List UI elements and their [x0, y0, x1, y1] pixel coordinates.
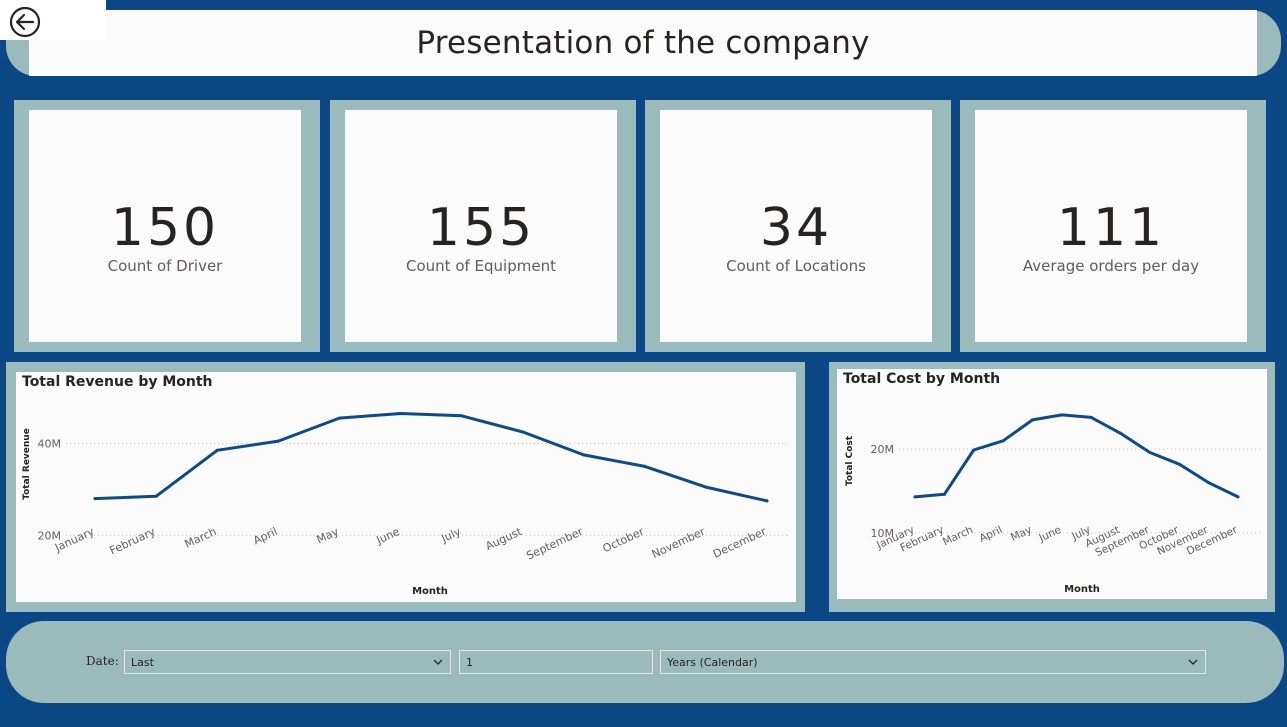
back-button[interactable] — [0, 0, 106, 40]
period-select[interactable]: Last — [124, 650, 451, 674]
cost-chart[interactable]: 10M 20M January February March April May June Ju… — [837, 369, 1267, 599]
kpi-card-body: 155 Count of Equipment — [345, 110, 617, 342]
kpi-card-body: 111 Average orders per day — [975, 110, 1247, 342]
cost-chart-title: Total Cost by Month — [843, 371, 1001, 387]
y-tick-label: 20M — [871, 443, 895, 456]
data-point — [1177, 462, 1181, 466]
data-point — [276, 439, 280, 443]
revenue-chart-frame: 20M 40M January February March April May June Ju… — [6, 362, 805, 612]
page-title: Presentation of the company — [416, 25, 870, 61]
kpi-value: 34 — [759, 198, 833, 258]
x-tick-label: September — [524, 525, 585, 563]
cost-chart-plot: 10M20MJanuaryFebruaryMarch April May June Ju… — [845, 413, 1261, 595]
x-tick-label: November — [650, 525, 708, 561]
x-tick-label: June — [1036, 524, 1063, 545]
x-axis-title: Month — [1064, 584, 1100, 595]
data-point — [93, 497, 97, 501]
y-axis-title: Total Revenue — [22, 428, 32, 500]
data-point — [398, 412, 402, 415]
data-point — [942, 492, 946, 496]
data-point — [643, 464, 647, 468]
chevron-down-icon — [1188, 659, 1198, 665]
kpi-card-body: 34 Count of Locations — [660, 110, 932, 342]
data-point — [1148, 451, 1152, 455]
revenue-chart-title: Total Revenue by Month — [22, 374, 213, 390]
x-tick-label: February — [108, 525, 158, 558]
data-point — [1089, 415, 1093, 419]
kpi-label: Count of Equipment — [406, 257, 556, 275]
data-point — [765, 499, 769, 503]
data-point — [1236, 495, 1240, 499]
period-select-value: Last — [131, 656, 154, 669]
kpi-card-drivers: 150 Count of Driver — [14, 100, 320, 352]
x-tick-label: March — [183, 525, 219, 551]
period-unit-select[interactable]: Years (Calendar) — [660, 650, 1206, 674]
x-tick-label: May — [315, 525, 342, 547]
x-tick-label: July — [438, 525, 463, 546]
x-tick-label: December — [711, 525, 769, 561]
header-panel: Presentation of the company — [29, 10, 1257, 76]
data-point — [1119, 431, 1123, 435]
y-axis-title: Total Cost — [845, 435, 855, 486]
series-line — [913, 413, 1240, 499]
data-point — [1001, 439, 1005, 443]
data-point — [1207, 481, 1211, 485]
kpi-value: 111 — [1056, 198, 1166, 258]
data-point — [972, 448, 976, 452]
x-tick-label: May — [1009, 524, 1034, 544]
kpi-card-locations: 34 Count of Locations — [645, 100, 951, 352]
period-unit-value: Years (Calendar) — [667, 656, 758, 669]
x-tick-label: August — [484, 525, 525, 553]
kpi-card-body: 150 Count of Driver — [29, 110, 301, 342]
data-point — [337, 416, 341, 420]
kpi-card-orders: 111 Average orders per day — [960, 100, 1266, 352]
kpi-value: 155 — [426, 198, 536, 258]
kpi-label: Count of Locations — [726, 257, 866, 275]
data-point — [154, 494, 158, 498]
x-axis-title: Month — [412, 586, 448, 597]
x-tick-label: June — [374, 525, 402, 547]
period-count-input[interactable] — [459, 650, 653, 674]
data-point — [582, 453, 586, 457]
kpi-label: Count of Driver — [107, 257, 223, 275]
data-point — [215, 448, 219, 452]
data-point — [913, 495, 917, 499]
series-line — [93, 412, 769, 503]
data-point — [704, 485, 708, 489]
data-point — [1030, 418, 1034, 422]
y-tick-label: 40M — [38, 437, 62, 450]
kpi-card-equipment: 155 Count of Equipment — [330, 100, 636, 352]
revenue-chart[interactable]: 20M 40M January February March April May June Ju… — [16, 372, 796, 602]
back-arrow-icon — [9, 6, 41, 38]
chevron-down-icon — [433, 659, 443, 665]
x-tick-label: March — [941, 524, 975, 548]
data-point — [521, 430, 525, 434]
x-tick-label: April — [978, 524, 1005, 545]
cost-chart-frame: 10M 20M January February March April May June Ju… — [829, 362, 1275, 612]
revenue-chart-plot: 20M40MJanuary February March April May June Ju… — [22, 412, 790, 597]
x-tick-label: April — [251, 525, 279, 547]
kpi-label: Average orders per day — [1022, 257, 1200, 275]
x-tick-label: October — [601, 525, 647, 556]
kpi-value: 150 — [110, 198, 220, 258]
date-slicer-label: Date: — [86, 654, 119, 668]
data-point — [460, 414, 464, 418]
data-point — [1060, 413, 1064, 417]
